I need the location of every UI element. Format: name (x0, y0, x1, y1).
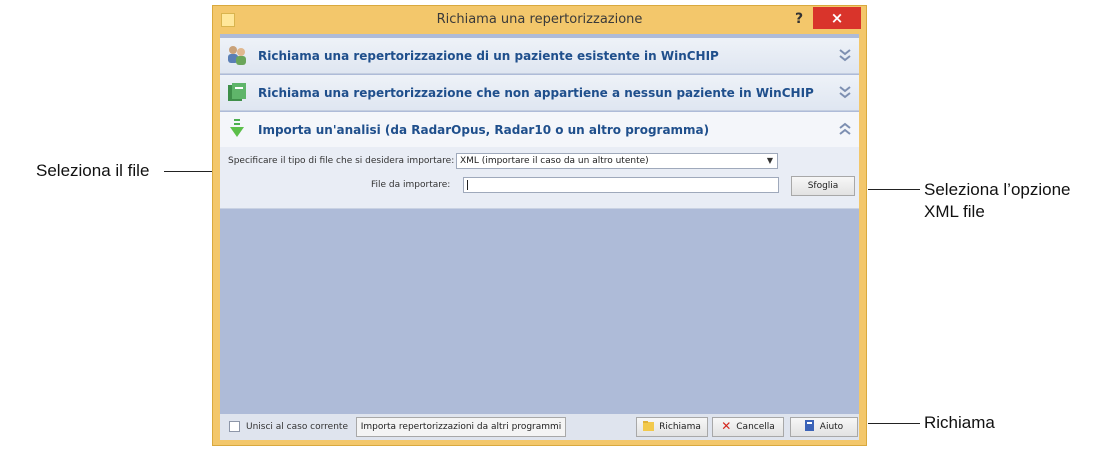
annotation-select-option-2: XML file (924, 202, 985, 221)
dialog-footer: Unisci al caso corrente Importa repertor… (220, 414, 859, 440)
file-type-label: Specificare il tipo di file che si desid… (228, 156, 455, 166)
section-no-patient[interactable]: Richiama una repertorizzazione che non a… (220, 75, 859, 111)
recall-button[interactable]: Richiama (636, 417, 708, 437)
double-chevron-down-icon[interactable] (838, 84, 852, 100)
section-import-label: Importa un'analisi (da RadarOpus, Radar1… (258, 123, 710, 137)
dialog-client: Richiama una repertorizzazione di un paz… (220, 34, 859, 440)
file-type-select[interactable]: XML (importare il caso da un altro utent… (456, 153, 778, 169)
title-bar[interactable]: Richiama una repertorizzazione ? × (213, 6, 866, 34)
annotation-line-select-file (164, 171, 214, 172)
recall-label: Richiama (659, 422, 701, 432)
annotation-select-file: Seleziona il file (36, 161, 150, 180)
merge-label: Unisci al caso corrente (246, 422, 348, 432)
help-label: Aiuto (819, 422, 844, 432)
annotation-select-option-1: Seleziona l’opzione (924, 180, 1071, 199)
import-panel: Specificare il tipo di file che si desid… (220, 147, 859, 209)
section-existing-patient[interactable]: Richiama una repertorizzazione di un paz… (220, 38, 859, 74)
merge-checkbox[interactable] (229, 421, 240, 432)
annotation-recall: Richiama (924, 413, 995, 432)
close-button[interactable]: × (813, 7, 861, 29)
help-book-icon (804, 420, 814, 431)
file-type-value: XML (importare il caso da un altro utent… (460, 156, 649, 166)
import-arrow-icon (230, 119, 244, 137)
text-caret (467, 180, 468, 190)
patients-icon (228, 46, 246, 65)
red-x-icon: ✕ (721, 418, 732, 433)
section-no-patient-label: Richiama una repertorizzazione che non a… (258, 86, 814, 100)
folder-icon (228, 83, 246, 101)
section-existing-patient-label: Richiama una repertorizzazione di un paz… (258, 49, 719, 63)
dropdown-arrow-icon: ▼ (766, 156, 773, 165)
dialog-window: Richiama una repertorizzazione ? × Richi… (212, 5, 867, 446)
cancel-button[interactable]: ✕ Cancella (712, 417, 784, 437)
window-title: Richiama una repertorizzazione (436, 12, 643, 27)
section-import[interactable]: Importa un'analisi (da RadarOpus, Radar1… (220, 112, 859, 148)
annotation-line-recall (868, 423, 920, 424)
help-icon[interactable]: ? (789, 9, 809, 29)
double-chevron-up-icon[interactable] (838, 121, 852, 137)
import-other-programs-button[interactable]: Importa repertorizzazioni da altri progr… (356, 417, 566, 437)
double-chevron-down-icon[interactable] (838, 47, 852, 63)
cancel-label: Cancella (736, 422, 775, 432)
folder-open-icon (643, 420, 655, 431)
file-path-input[interactable] (463, 177, 779, 193)
file-path-label: File da importare: (371, 180, 451, 190)
annotation-line-select-option (868, 189, 920, 190)
browse-button[interactable]: Sfoglia (791, 176, 855, 196)
help-button[interactable]: Aiuto (790, 417, 858, 437)
